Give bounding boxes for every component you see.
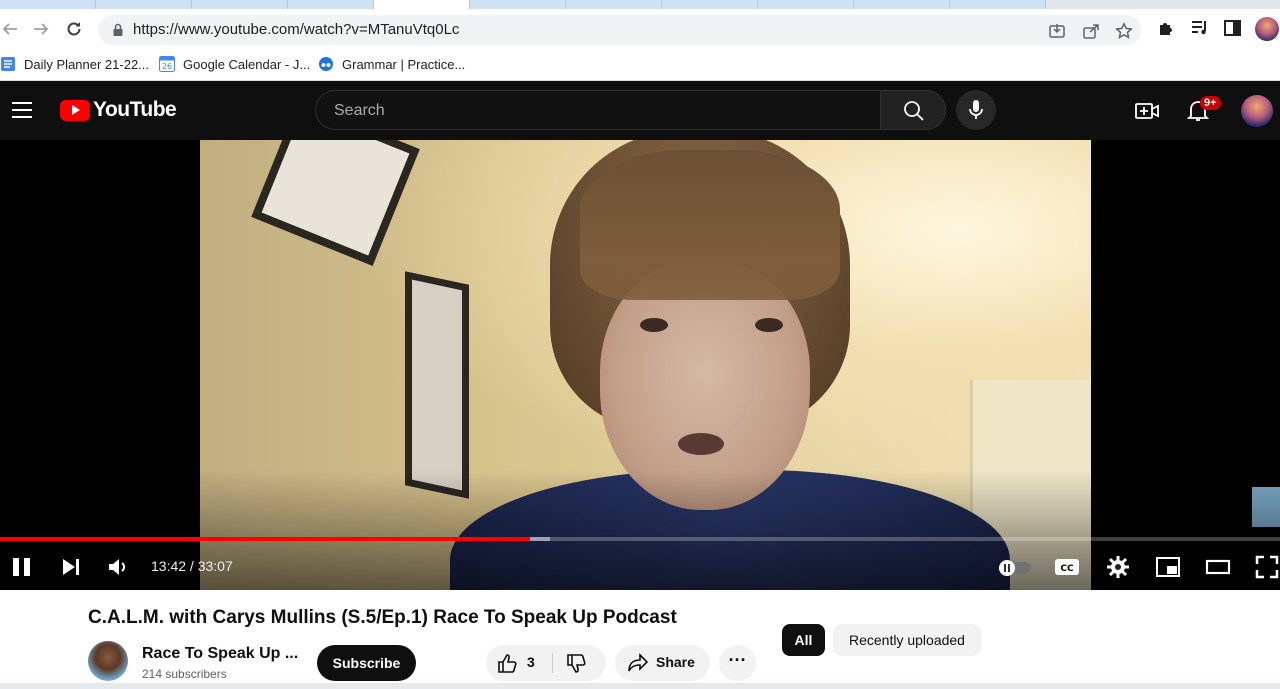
video-player[interactable]: 13:42 / 33:07 CC — [0, 140, 1280, 590]
create-video-icon[interactable] — [1134, 98, 1160, 124]
person-eye — [640, 318, 668, 332]
share-arrow-icon — [628, 653, 649, 672]
played-bar — [0, 537, 531, 541]
side-panel-icon[interactable] — [1222, 17, 1244, 39]
person-fringe — [580, 150, 840, 300]
microphone-icon — [969, 100, 983, 119]
browser-tab[interactable] — [854, 0, 950, 9]
calendar-day-number: 26 — [162, 62, 172, 71]
browser-tab[interactable] — [96, 0, 192, 9]
chip-all[interactable]: All — [782, 624, 825, 656]
browser-tab[interactable] — [566, 0, 662, 9]
theater-mode-icon[interactable] — [1205, 554, 1231, 580]
chip-recently-uploaded[interactable]: Recently uploaded — [833, 624, 981, 656]
share-page-icon[interactable] — [1082, 22, 1100, 40]
reload-icon[interactable] — [60, 15, 88, 43]
menu-hamburger-icon[interactable] — [12, 101, 32, 119]
time-display: 13:42 / 33:07 — [151, 558, 233, 574]
notification-count-badge: 9+ — [1200, 96, 1221, 110]
bookmark-grammar-practice[interactable]: Grammar | Practice... — [318, 54, 465, 74]
youtube-wordmark: YouTube — [93, 98, 177, 121]
search-input[interactable] — [332, 99, 856, 123]
channel-name[interactable]: Race To Speak Up ... — [142, 645, 298, 663]
voice-search-button[interactable] — [956, 90, 996, 130]
more-actions-button[interactable]: ··· — [719, 645, 756, 681]
extensions-puzzle-icon[interactable] — [1156, 17, 1178, 39]
reading-list-icon[interactable] — [1189, 17, 1211, 39]
person-eye — [755, 318, 783, 332]
search-button[interactable] — [880, 90, 946, 130]
youtube-play-logo-icon — [60, 99, 90, 121]
pause-icon[interactable] — [9, 554, 35, 580]
miniplayer-icon[interactable] — [1155, 554, 1181, 580]
lock-icon[interactable] — [110, 22, 126, 38]
bookmark-label: Grammar | Practice... — [342, 56, 466, 72]
browser-tab[interactable] — [758, 0, 854, 9]
share-label[interactable]: Share — [656, 654, 695, 670]
video-info-section: C.A.L.M. with Carys Mullins (S.5/Ep.1) R… — [0, 590, 1280, 689]
account-avatar[interactable] — [1241, 95, 1273, 127]
closed-captions-icon[interactable]: CC — [1054, 554, 1080, 580]
browser-tab-active[interactable] — [374, 0, 470, 9]
bookmark-label: Google Calendar - J... — [183, 56, 311, 72]
youtube-header: YouTube 9+ — [0, 81, 1280, 140]
url-text[interactable]: https://www.youtube.com/watch?v=MTanuVtq… — [133, 21, 459, 38]
subscribe-button[interactable]: Subscribe — [317, 645, 416, 681]
like-separator — [552, 653, 553, 673]
settings-gear-icon[interactable] — [1105, 554, 1131, 580]
bookmark-label: Daily Planner 21-22... — [24, 56, 150, 72]
browser-tab-strip — [0, 0, 1280, 9]
wall-picture-frame — [405, 271, 469, 499]
subscriber-count: 214 subscribers — [142, 667, 227, 681]
like-thumb-icon[interactable] — [496, 652, 518, 674]
bookmark-google-calendar[interactable]: 26 Google Calendar - J... — [159, 54, 310, 74]
volume-icon[interactable] — [106, 554, 132, 580]
address-bar[interactable]: https://www.youtube.com/watch?v=MTanuVtq… — [98, 15, 1141, 45]
grammar-site-icon — [319, 57, 333, 71]
next-video-icon[interactable] — [58, 554, 84, 580]
cc-label: CC — [1060, 564, 1074, 574]
wall-picture-frame — [251, 140, 420, 266]
like-count: 3 — [527, 654, 535, 670]
video-title: C.A.L.M. with Carys Mullins (S.5/Ep.1) R… — [88, 607, 677, 628]
youtube-logo[interactable]: YouTube — [60, 98, 177, 122]
bookmark-star-icon[interactable] — [1115, 22, 1133, 40]
browser-tab[interactable] — [950, 0, 1046, 9]
browser-tab[interactable] — [0, 0, 96, 9]
search-box[interactable] — [315, 90, 881, 130]
browser-tab[interactable] — [662, 0, 758, 9]
google-calendar-icon: 26 — [159, 56, 175, 72]
browser-tab[interactable] — [470, 0, 566, 9]
bookmark-daily-planner[interactable]: Daily Planner 21-22... — [0, 54, 149, 74]
like-dislike-group — [486, 645, 606, 681]
channel-avatar[interactable] — [88, 641, 128, 681]
browser-tab[interactable] — [288, 0, 374, 9]
browser-toolbar: https://www.youtube.com/watch?v=MTanuVtq… — [0, 9, 1280, 49]
browser-tab[interactable] — [192, 0, 288, 9]
autoplay-toggle-icon[interactable] — [997, 554, 1033, 580]
progress-bar[interactable] — [0, 537, 1280, 541]
dislike-thumb-icon[interactable] — [565, 653, 587, 675]
person-mouth — [678, 433, 724, 455]
google-docs-icon — [1, 57, 15, 71]
os-taskbar-edge — [0, 683, 1280, 689]
install-app-icon[interactable] — [1048, 22, 1066, 40]
search-icon — [904, 101, 924, 121]
forward-icon[interactable] — [27, 15, 55, 43]
profile-avatar[interactable] — [1255, 17, 1279, 41]
back-icon[interactable] — [0, 15, 24, 43]
fullscreen-icon[interactable] — [1254, 554, 1280, 580]
bookmarks-bar: Daily Planner 21-22... 26 Google Calenda… — [0, 49, 1280, 81]
